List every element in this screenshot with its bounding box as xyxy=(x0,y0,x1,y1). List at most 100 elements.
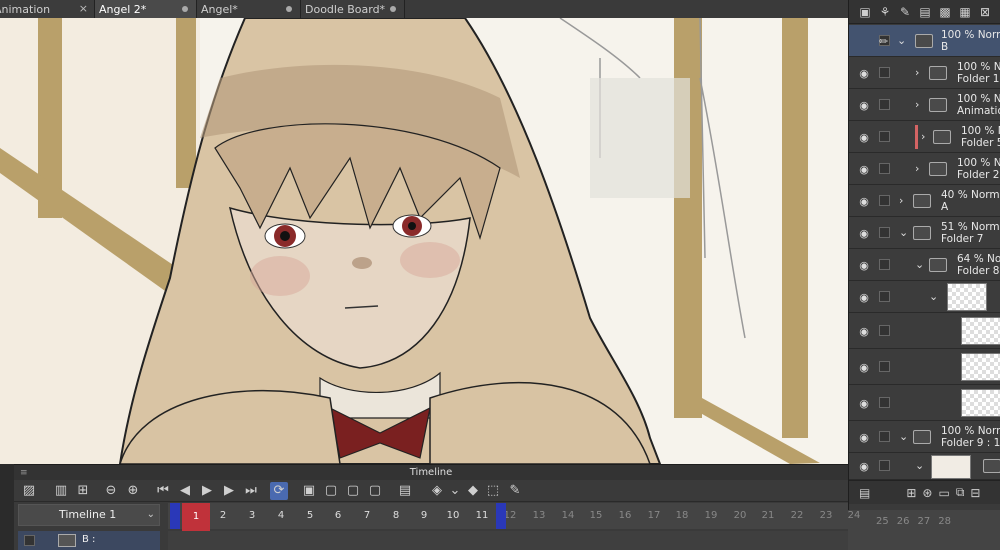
panel-grip-icon[interactable]: ≡ xyxy=(20,468,28,478)
lock-icon[interactable]: ▤ xyxy=(917,4,933,20)
cel-row[interactable]: ◉ ⌄ xyxy=(849,453,1000,480)
panel-menu-icon[interactable]: ▤ xyxy=(859,486,870,500)
frame-ruler[interactable]: 1 2 3 4 5 6 7 8 9 10 11 12 13 14 15 16 1… xyxy=(168,503,860,529)
frame-number[interactable]: 13 xyxy=(528,510,550,521)
tab-animation[interactable]: Animation × xyxy=(0,0,95,18)
checkbox[interactable] xyxy=(24,535,35,546)
in-point-marker[interactable] xyxy=(170,503,180,529)
checkbox[interactable] xyxy=(879,325,890,336)
next-frame-icon[interactable]: ▶ xyxy=(220,482,238,500)
checkbox[interactable] xyxy=(879,227,890,238)
frame-number[interactable]: 27 xyxy=(917,516,930,527)
frame-number[interactable]: 9 xyxy=(413,510,435,521)
layer-row[interactable]: ◉ › 100 % No Animation xyxy=(849,89,1000,121)
previous-frame-icon[interactable]: ◀ xyxy=(176,482,194,500)
panel-menu-icon[interactable]: ▨ xyxy=(20,482,38,500)
layer-row[interactable]: ◉ › 100 % No Folder 5 xyxy=(849,121,1000,153)
checkbox[interactable] xyxy=(879,163,890,174)
frame-number[interactable]: 5 xyxy=(299,510,321,521)
close-icon[interactable]: × xyxy=(79,2,88,15)
tree-icon[interactable]: ⚘ xyxy=(877,4,893,20)
layer-property-icon[interactable]: ▣ xyxy=(857,4,873,20)
checkbox[interactable] xyxy=(879,431,890,442)
layer-row[interactable]: ◉ › 40 % Norma A xyxy=(849,185,1000,217)
chevron-down-icon[interactable]: ⌄ xyxy=(899,430,908,443)
eye-icon[interactable]: ◉ xyxy=(857,460,871,473)
timeline-select[interactable]: Timeline 1 ⌄ xyxy=(18,504,160,526)
chevron-right-icon[interactable]: › xyxy=(915,98,919,111)
checkbox[interactable] xyxy=(879,397,890,408)
play-icon[interactable]: ▶ xyxy=(198,482,216,500)
frame-number[interactable]: 23 xyxy=(815,510,837,521)
checkbox[interactable] xyxy=(879,131,890,142)
chevron-down-icon[interactable]: ⌄ xyxy=(929,290,938,303)
frame-number[interactable]: 17 xyxy=(643,510,665,521)
eye-icon[interactable]: ◉ xyxy=(857,195,871,208)
pen-icon[interactable]: ✎ xyxy=(897,4,913,20)
chevron-right-icon[interactable]: › xyxy=(921,130,925,143)
frame-number[interactable]: 4 xyxy=(270,510,292,521)
layer-row[interactable]: ◉ ⌄ 64 % Norm Folder 8 xyxy=(849,249,1000,281)
frame-number[interactable]: 15 xyxy=(585,510,607,521)
go-to-start-icon[interactable]: ⏮ xyxy=(154,482,172,500)
keyframe-icon[interactable]: ◈ xyxy=(428,482,446,500)
layer-row[interactable]: ◉ › 100 % No Folder 1 xyxy=(849,57,1000,89)
frame-number[interactable]: 24 xyxy=(843,510,865,521)
checkbox[interactable] xyxy=(879,460,890,471)
new-folder-icon[interactable]: ▭ xyxy=(938,486,949,500)
layer-row[interactable]: ✏ ⌄ 100 % Norm B xyxy=(849,25,1000,57)
assign-cel-icon[interactable]: ▢ xyxy=(344,482,362,500)
chevron-right-icon[interactable]: › xyxy=(915,66,919,79)
eye-icon[interactable]: ◉ xyxy=(857,431,871,444)
zoom-out-icon[interactable]: ⊖ xyxy=(102,482,120,500)
frame-number[interactable]: 26 xyxy=(897,516,910,527)
chevron-right-icon[interactable]: › xyxy=(915,162,919,175)
checkbox[interactable] xyxy=(879,67,890,78)
layer-row[interactable]: ◉ ⌄ 51 % Norma Folder 7 xyxy=(849,217,1000,249)
clip-icon[interactable]: ▦ xyxy=(957,4,973,20)
unsaved-dot-icon[interactable] xyxy=(390,6,396,12)
layer-row[interactable]: ◉ › 100 % No Folder 2 xyxy=(849,153,1000,185)
chevron-down-icon[interactable]: ⌄ xyxy=(915,258,924,271)
unsaved-dot-icon[interactable] xyxy=(286,6,292,12)
onion-skin-icon[interactable]: ▤ xyxy=(396,482,414,500)
cel-row[interactable]: ◉ xyxy=(849,385,1000,421)
chevron-down-icon[interactable]: ⌄ xyxy=(897,34,906,47)
new-vector-layer-icon[interactable]: ⊛ xyxy=(922,486,932,500)
eye-icon[interactable]: ◉ xyxy=(857,259,871,272)
frame-number[interactable]: 20 xyxy=(729,510,751,521)
eye-icon[interactable]: ◉ xyxy=(857,397,871,410)
eye-icon[interactable]: ◉ xyxy=(857,99,871,112)
eye-icon[interactable]: ◉ xyxy=(857,361,871,374)
frame-number[interactable]: 6 xyxy=(327,510,349,521)
checkbox[interactable] xyxy=(879,259,890,270)
track-lane[interactable] xyxy=(168,531,848,550)
frame-number[interactable]: 16 xyxy=(614,510,636,521)
checkbox[interactable] xyxy=(879,99,890,110)
chevron-down-icon[interactable]: ⌄ xyxy=(915,459,924,472)
frame-number[interactable]: 8 xyxy=(385,510,407,521)
new-animation-folder-icon[interactable]: ▣ xyxy=(300,482,318,500)
checkbox[interactable] xyxy=(879,361,890,372)
timeline-track-header[interactable]: B : xyxy=(18,531,160,550)
frame-number[interactable]: 19 xyxy=(700,510,722,521)
go-to-end-icon[interactable]: ⏭ xyxy=(242,482,260,500)
frame-number[interactable]: 18 xyxy=(671,510,693,521)
frame-number[interactable]: 22 xyxy=(786,510,808,521)
eye-icon[interactable]: ◉ xyxy=(857,163,871,176)
chevron-down-icon[interactable]: ⌄ xyxy=(899,226,908,239)
eye-icon[interactable]: ◉ xyxy=(857,131,871,144)
timeline-settings-icon[interactable]: ▥ xyxy=(52,482,70,500)
eye-icon[interactable]: ◉ xyxy=(857,325,871,338)
tab-angel[interactable]: Angel* xyxy=(197,0,301,18)
cel-row[interactable]: ◉ xyxy=(849,313,1000,349)
transparency-lock-icon[interactable]: ▩ xyxy=(937,4,953,20)
checkbox[interactable] xyxy=(879,195,890,206)
frame-number[interactable]: 10 xyxy=(442,510,464,521)
new-timeline-icon[interactable]: ⊞ xyxy=(74,482,92,500)
unsaved-dot-icon[interactable] xyxy=(182,6,188,12)
interpolation-icon[interactable]: ◆ xyxy=(464,482,482,500)
duplicate-icon[interactable]: ⧉ xyxy=(956,485,965,500)
eye-icon[interactable]: ◉ xyxy=(857,227,871,240)
frame-number[interactable]: 14 xyxy=(557,510,579,521)
